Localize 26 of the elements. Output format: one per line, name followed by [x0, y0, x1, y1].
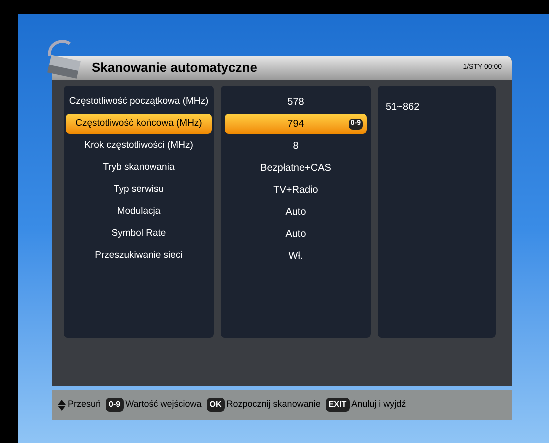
setting-label[interactable]: Modulacja: [66, 202, 212, 222]
dialog-title: Skanowanie automatyczne: [92, 59, 258, 78]
setting-value[interactable]: Bezpłatne+CAS: [260, 160, 332, 176]
footer-label: Rozpocznij skanowanie: [226, 398, 321, 412]
setting-value[interactable]: 794: [288, 116, 304, 132]
setting-value[interactable]: Auto: [286, 204, 306, 220]
footer-label: Przesuń: [68, 398, 102, 412]
setting-value[interactable]: 8: [293, 138, 299, 154]
footer-label: Wartość wejściowa: [126, 398, 202, 412]
setting-label[interactable]: Częstotliwość końcowa (MHz): [66, 114, 212, 134]
remote-key: EXIT: [326, 398, 350, 412]
setting-label[interactable]: Przeszukiwanie sieci: [66, 246, 212, 266]
setting-value[interactable]: Wł.: [288, 248, 304, 264]
setting-label[interactable]: Symbol Rate: [66, 224, 212, 244]
remote-key: 0-9: [106, 398, 124, 412]
setting-value[interactable]: 578: [288, 94, 304, 110]
setting-value[interactable]: Auto: [286, 226, 306, 242]
setting-label[interactable]: Typ serwisu: [66, 180, 212, 200]
setting-label[interactable]: Krok częstotliwości (MHz): [66, 136, 212, 156]
setting-label[interactable]: Częstotliwość początkowa (MHz): [66, 92, 212, 112]
remote-key: OK: [206, 398, 225, 412]
range-text: 51~862: [386, 102, 420, 113]
setting-value[interactable]: TV+Radio: [274, 182, 318, 198]
footer-label: Anuluj i wyjdź: [352, 398, 406, 412]
setting-label[interactable]: Tryb skanowania: [66, 158, 212, 178]
up-down-arrows-icon: [58, 400, 66, 410]
